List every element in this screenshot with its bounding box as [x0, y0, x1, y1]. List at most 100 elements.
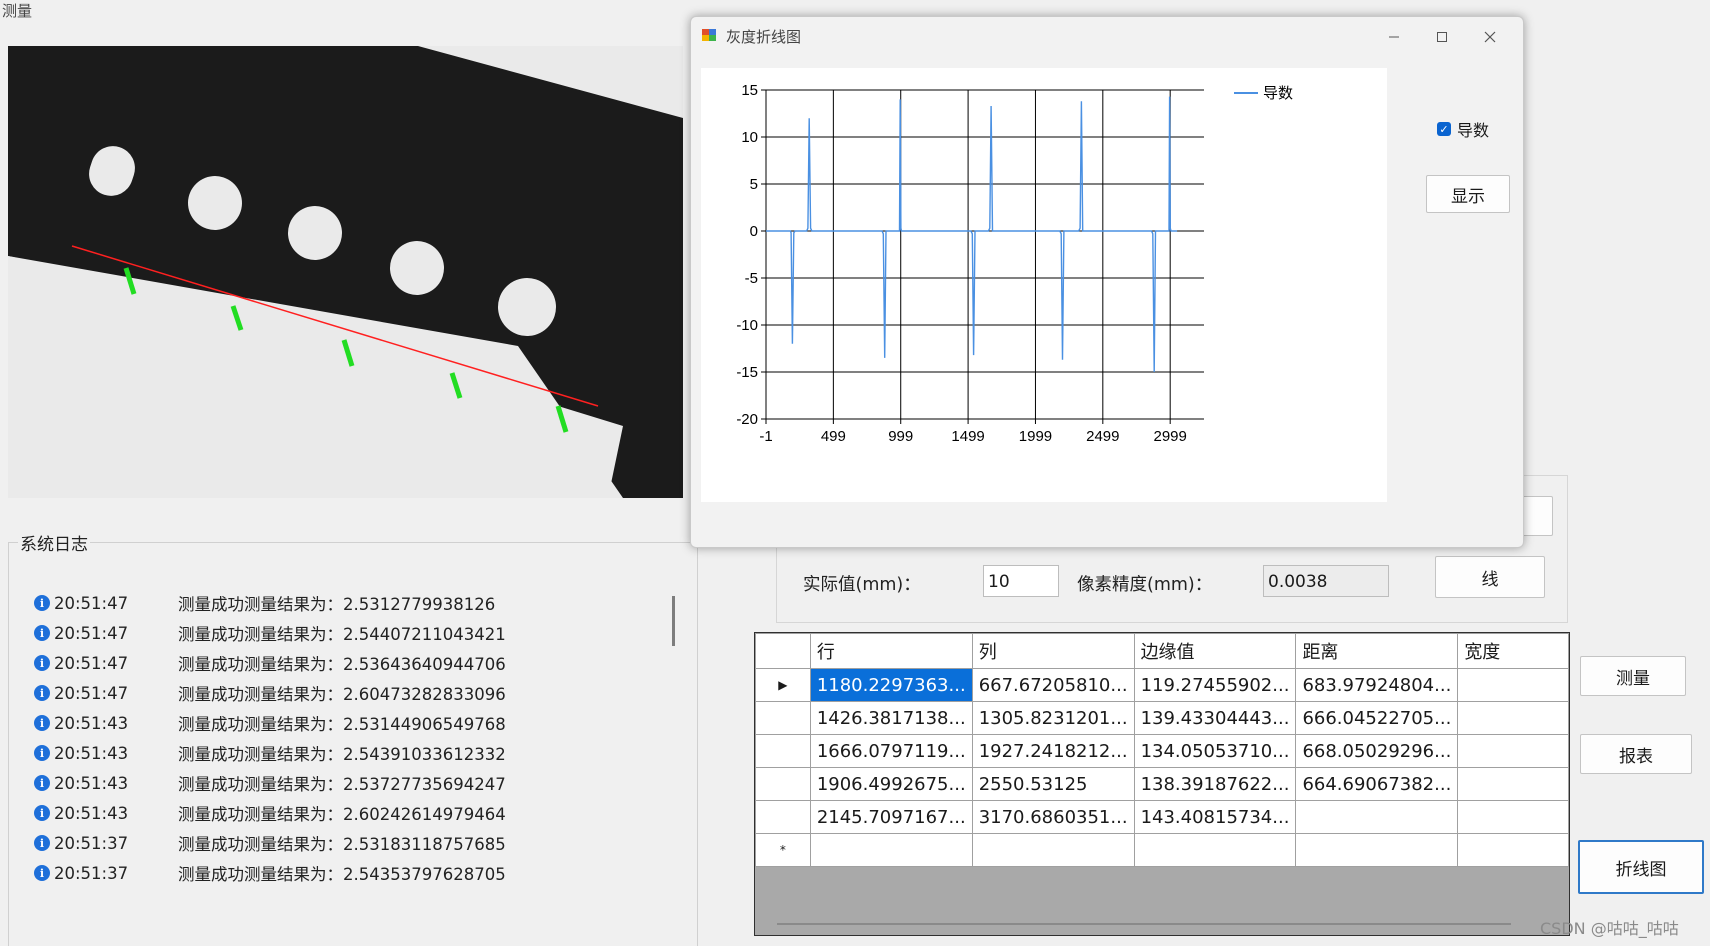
grid-column-header[interactable]: 列 — [971, 633, 1135, 669]
close-icon[interactable] — [1467, 23, 1513, 51]
log-entry: i 20:51:47 测量成功测量结果为：2.53643640944706 — [34, 648, 654, 678]
y-tick-label: 0 — [750, 223, 758, 240]
table-cell[interactable]: 3170.6860351... — [971, 800, 1135, 834]
table-cell[interactable] — [1295, 833, 1459, 867]
line-chart: -1 499 999 1499 1999 2499 2999 15 10 5 0 -5 -10 -15 -2… — [701, 68, 1387, 502]
log-message: 测量成功测量结果为：2.54353797628705 — [178, 865, 506, 884]
log-entry: i 20:51:47 测量成功测量结果为：2.5312779938126 — [34, 588, 654, 618]
table-cell[interactable]: 667.67205810... — [971, 668, 1135, 702]
info-icon: i — [34, 595, 50, 611]
show-button[interactable]: 显示 — [1426, 175, 1510, 213]
row-header-cell[interactable] — [755, 800, 811, 834]
table-cell[interactable]: 1906.4992675... — [809, 767, 973, 801]
y-tick-label: 10 — [741, 129, 758, 146]
table-cell[interactable] — [1295, 800, 1459, 834]
table-row[interactable]: 1666.0797119... 1927.2418212... 134.050537… — [755, 734, 1569, 768]
log-entry: i 20:51:47 测量成功测量结果为：2.54407211043421 — [34, 618, 654, 648]
info-icon: i — [34, 775, 50, 791]
y-tick-label: -5 — [745, 270, 758, 287]
x-tick-label: 499 — [821, 428, 846, 445]
dialog-title: 灰度折线图 — [726, 28, 802, 46]
table-cell[interactable]: 668.05029296... — [1295, 734, 1459, 768]
table-cell[interactable]: 119.27455902... — [1133, 668, 1297, 702]
table-row[interactable]: 1906.4992675... 2550.53125 138.39187622...… — [755, 767, 1569, 801]
x-tick-label: -1 — [759, 428, 772, 445]
log-time: 20:51:47 — [54, 653, 129, 673]
grayscale-line-chart-dialog: 灰度折线图 -1 499 999 1499 1999 2499 2999 15 10 5 0 -5 -1… — [690, 16, 1524, 548]
row-selector-arrow[interactable]: ▶ — [755, 668, 811, 702]
derivative-checkbox[interactable]: ✓ — [1437, 122, 1451, 136]
y-tick-label: -15 — [736, 364, 758, 381]
grid-column-header[interactable]: 距离 — [1295, 633, 1459, 669]
series-line-derivative — [766, 96, 1178, 373]
row-header-cell[interactable] — [755, 701, 811, 735]
x-tick-label: 999 — [888, 428, 913, 445]
table-cell[interactable] — [1133, 833, 1297, 867]
log-message: 测量成功测量结果为：2.54407211043421 — [178, 625, 506, 644]
table-row[interactable]: ▶ 1180.2297363... 667.67205810... 119.27455… — [755, 668, 1569, 702]
table-cell[interactable]: 1180.2297363... — [809, 668, 973, 702]
row-header-cell[interactable] — [755, 734, 811, 768]
y-tick-label: -20 — [736, 411, 758, 428]
table-cell[interactable]: 1927.2418212... — [971, 734, 1135, 768]
new-row[interactable]: * — [755, 833, 1569, 867]
camera-image-panel — [8, 46, 683, 498]
log-entry: i 20:51:43 测量成功测量结果为：2.53727735694247 — [34, 768, 654, 798]
line-button[interactable]: 线 — [1435, 556, 1545, 598]
table-cell[interactable] — [1457, 734, 1569, 768]
table-cell[interactable]: 1305.8231201... — [971, 701, 1135, 735]
log-entry: i 20:51:37 测量成功测量结果为：2.53183118757685 — [34, 828, 654, 858]
table-cell[interactable]: 134.05053710... — [1133, 734, 1297, 768]
minimize-icon[interactable] — [1371, 23, 1417, 51]
measure-button[interactable]: 测量 — [1580, 656, 1686, 696]
table-cell[interactable] — [1457, 668, 1569, 702]
log-time: 20:51:43 — [54, 713, 129, 733]
table-cell[interactable] — [809, 833, 973, 867]
system-log-group: 系统日志 i 20:51:47 测量成功测量结果为：2.5312779938126 i… — [8, 530, 698, 946]
line-chart-button[interactable]: 折线图 — [1578, 840, 1704, 894]
table-cell[interactable] — [1457, 800, 1569, 834]
info-icon: i — [34, 805, 50, 821]
table-cell[interactable] — [1457, 833, 1569, 867]
table-cell[interactable]: 666.04522705... — [1295, 701, 1459, 735]
grid-column-header[interactable]: 行 — [809, 633, 973, 669]
grid-horizontal-scrollbar[interactable] — [777, 923, 1511, 925]
table-cell[interactable]: 138.39187622... — [1133, 767, 1297, 801]
info-icon: i — [34, 685, 50, 701]
actual-value-input[interactable]: 10 — [983, 565, 1059, 597]
table-cell[interactable] — [1457, 767, 1569, 801]
table-cell[interactable]: 2145.7097167... — [809, 800, 973, 834]
table-cell[interactable] — [971, 833, 1135, 867]
log-scrollbar[interactable] — [672, 596, 675, 646]
table-cell[interactable]: 664.69067382... — [1295, 767, 1459, 801]
table-cell[interactable] — [1457, 701, 1569, 735]
pixel-precision-input[interactable]: 0.0038 — [1263, 565, 1389, 597]
table-cell[interactable]: 2550.53125 — [971, 767, 1135, 801]
log-message: 测量成功测量结果为：2.53643640944706 — [178, 655, 506, 674]
grid-column-header[interactable]: 边缘值 — [1133, 633, 1297, 669]
row-header-cell[interactable] — [755, 767, 811, 801]
log-list[interactable]: i 20:51:47 测量成功测量结果为：2.5312779938126 i 20:51… — [34, 588, 654, 888]
maximize-icon[interactable] — [1419, 23, 1465, 51]
dialog-titlebar[interactable]: 灰度折线图 — [691, 17, 1523, 55]
table-cell[interactable]: 683.97924804... — [1295, 668, 1459, 702]
log-time: 20:51:43 — [54, 743, 129, 763]
derivative-checkbox-label: 导数 — [1457, 121, 1490, 140]
log-time: 20:51:43 — [54, 803, 129, 823]
info-icon: i — [34, 625, 50, 641]
table-cell[interactable]: 139.43304443... — [1133, 701, 1297, 735]
grid-column-header[interactable]: 宽度 — [1457, 633, 1569, 669]
log-message: 测量成功测量结果为：2.53183118757685 — [178, 835, 506, 854]
derivative-checkbox-row[interactable]: ✓ 导数 — [1437, 117, 1489, 141]
info-icon: i — [34, 835, 50, 851]
log-message: 测量成功测量结果为：2.53144906549768 — [178, 715, 506, 734]
results-grid[interactable]: 行列边缘值 距离 宽度 ▶ 1180.2297363... 667.67205810..… — [754, 632, 1570, 936]
table-cell[interactable]: 1426.3817138... — [809, 701, 973, 735]
legend-label: 导数 — [1263, 84, 1293, 102]
table-cell[interactable]: 143.40815734... — [1133, 800, 1297, 834]
log-message: 测量成功测量结果为：2.5312779938126 — [178, 595, 496, 614]
table-row[interactable]: 2145.7097167... 3170.6860351... 143.408157… — [755, 800, 1569, 834]
table-row[interactable]: 1426.3817138... 1305.8231201... 139.433044… — [755, 701, 1569, 735]
table-cell[interactable]: 1666.0797119... — [809, 734, 973, 768]
report-button[interactable]: 报表 — [1580, 734, 1692, 774]
